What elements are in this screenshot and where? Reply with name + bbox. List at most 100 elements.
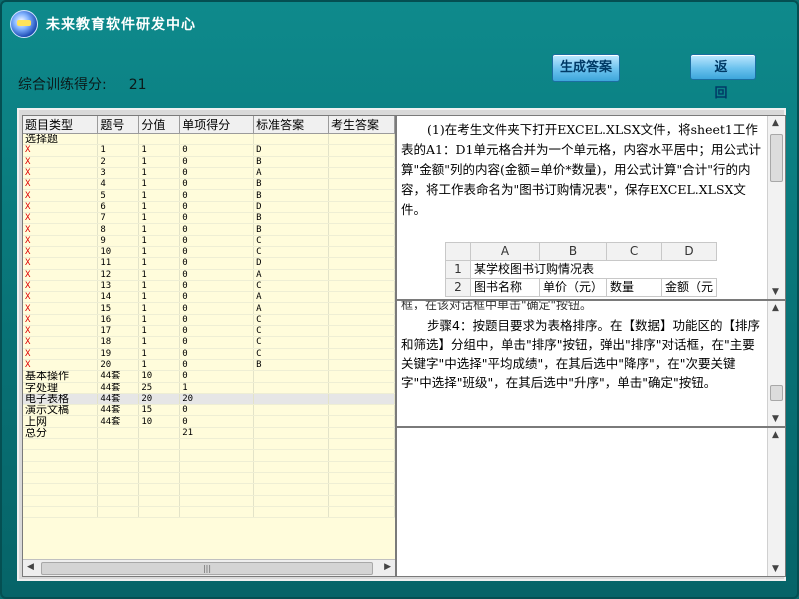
table-row[interactable]: 基本操作 44套 10 0 <box>23 370 395 383</box>
table-cell <box>328 212 395 225</box>
horizontal-scrollbar[interactable]: ◀ ||| ▶ <box>23 559 395 576</box>
table-cell: A <box>253 167 330 180</box>
table-cell: 25 <box>138 382 181 394</box>
window-title: 未来教育软件研发中心 <box>46 17 196 33</box>
steps-body: 步骤4：按题目要求为表格排序。在【数据】功能区的【排序和筛选】分组中，单击"排序… <box>401 318 760 390</box>
table-row[interactable]: X910C <box>23 235 395 247</box>
excel-col-header: C <box>606 242 663 261</box>
column-header[interactable]: 分值 <box>138 116 181 134</box>
steps-vertical-scrollbar[interactable]: ▲ ▼ <box>767 301 785 426</box>
table-cell: 10 <box>138 370 181 383</box>
table-cell: 0 <box>179 370 255 383</box>
table-cell: 1 <box>97 144 140 157</box>
column-header[interactable]: 题目类型 <box>23 116 99 134</box>
table-cell <box>328 178 395 191</box>
table-cell: 18 <box>97 336 140 349</box>
table-cell: 20 <box>138 393 181 406</box>
table-cell <box>328 359 395 372</box>
table-cell: 0 <box>179 325 255 338</box>
empty-row <box>23 472 395 485</box>
table-cell: 0 <box>179 156 255 168</box>
table-row[interactable]: X110D <box>23 144 395 157</box>
table-cell: 0 <box>179 246 255 259</box>
wrong-mark: X <box>23 336 99 349</box>
table-row[interactable]: X 20 1 0 B <box>23 359 395 372</box>
excel-row-header: 1 <box>445 260 471 279</box>
wrong-mark: X <box>23 291 99 304</box>
scroll-down-icon[interactable]: ▼ <box>772 414 779 424</box>
table-row[interactable]: X710B <box>23 212 395 225</box>
table-row[interactable]: 上网 44套 10 0 <box>23 415 395 428</box>
content-panel: 题目类型 题号 分值 单项得分 标准答案 考生答案 选择题 X110DX210B… <box>17 108 786 581</box>
table-row[interactable]: X510B <box>23 189 395 202</box>
scroll-left-icon[interactable]: ◀ <box>27 562 34 572</box>
column-header[interactable]: 考生答案 <box>328 116 395 134</box>
table-cell: C <box>253 280 330 293</box>
table-cell: D <box>253 257 330 270</box>
table-row[interactable]: X 10 1 0 C <box>23 246 395 259</box>
answer-vertical-scrollbar[interactable]: ▲ ▼ <box>767 428 785 576</box>
table-cell <box>328 336 395 349</box>
table-cell <box>253 404 330 417</box>
table-row[interactable]: X810B <box>23 223 395 236</box>
scroll-down-icon[interactable]: ▼ <box>772 287 779 297</box>
scroll-down-icon[interactable]: ▼ <box>772 564 779 574</box>
column-header[interactable]: 题号 <box>97 116 140 134</box>
scroll-up-icon[interactable]: ▲ <box>772 118 779 128</box>
total-score-cell: 21 <box>179 427 255 440</box>
table-row[interactable]: X 12 1 0 A <box>23 269 395 281</box>
table-cell <box>328 427 395 440</box>
table-row[interactable]: 选择题 <box>23 133 395 146</box>
wrong-mark: X <box>23 359 99 372</box>
table-row[interactable]: 电子表格 44套 20 20 <box>23 393 395 406</box>
table-row[interactable]: X610D <box>23 201 395 214</box>
scroll-up-icon[interactable]: ▲ <box>772 430 779 440</box>
table-cell: 0 <box>179 359 255 372</box>
table-cell <box>328 223 395 236</box>
table-row[interactable]: X310A <box>23 167 395 180</box>
excel-col-header: D <box>661 242 718 261</box>
table-row[interactable]: X 16 1 0 C <box>23 314 395 327</box>
generate-answer-button[interactable]: 生成答案 <box>552 54 620 82</box>
table-cell: 1 <box>138 144 181 157</box>
table-cell: 9 <box>97 235 140 247</box>
table-row[interactable]: 演示文稿 44套 15 0 <box>23 404 395 417</box>
scrollbar-thumb[interactable] <box>770 385 783 401</box>
table-cell <box>328 201 395 214</box>
scroll-up-icon[interactable]: ▲ <box>772 303 779 313</box>
table-cell <box>328 189 395 202</box>
table-row[interactable]: X 19 1 0 C <box>23 348 395 360</box>
table-row[interactable]: X410B <box>23 178 395 191</box>
column-header[interactable]: 标准答案 <box>253 116 330 134</box>
table-cell: A <box>253 302 330 315</box>
table-row[interactable]: X 17 1 0 C <box>23 325 395 338</box>
table-cell: B <box>253 189 330 202</box>
table-cell <box>328 291 395 304</box>
table-row[interactable]: X 11 1 0 D <box>23 257 395 270</box>
scrollbar-thumb[interactable]: ||| <box>41 562 373 575</box>
table-cell: 8 <box>97 223 140 236</box>
table-cell: 17 <box>97 325 140 338</box>
table-row[interactable]: X 13 1 0 C <box>23 280 395 293</box>
column-header[interactable]: 单项得分 <box>179 116 255 134</box>
scroll-right-icon[interactable]: ▶ <box>384 562 391 572</box>
wrong-mark: X <box>23 325 99 338</box>
table-row[interactable]: X210B <box>23 156 395 168</box>
wrong-mark: X <box>23 156 99 168</box>
table-row[interactable]: 字处理 44套 25 1 <box>23 382 395 394</box>
question-vertical-scrollbar[interactable]: ▲ ▼ <box>767 116 785 299</box>
table-row[interactable]: X 14 1 0 A <box>23 291 395 304</box>
table-cell: 44套 <box>97 382 140 394</box>
scrollbar-thumb[interactable] <box>770 134 783 182</box>
table-cell: 1 <box>138 359 181 372</box>
table-cell: C <box>253 314 330 327</box>
table-cell <box>328 246 395 259</box>
table-row[interactable]: X 18 1 0 C <box>23 336 395 349</box>
table-cell: 44套 <box>97 415 140 428</box>
table-cell: B <box>253 359 330 372</box>
table-cell: 0 <box>179 348 255 360</box>
total-row[interactable]: 总分 21 <box>23 427 395 440</box>
back-button[interactable]: 返 回 <box>690 54 756 101</box>
table-row[interactable]: X 15 1 0 A <box>23 302 395 315</box>
score-table: 题目类型 题号 分值 单项得分 标准答案 考生答案 选择题 X110DX210B… <box>23 116 395 519</box>
